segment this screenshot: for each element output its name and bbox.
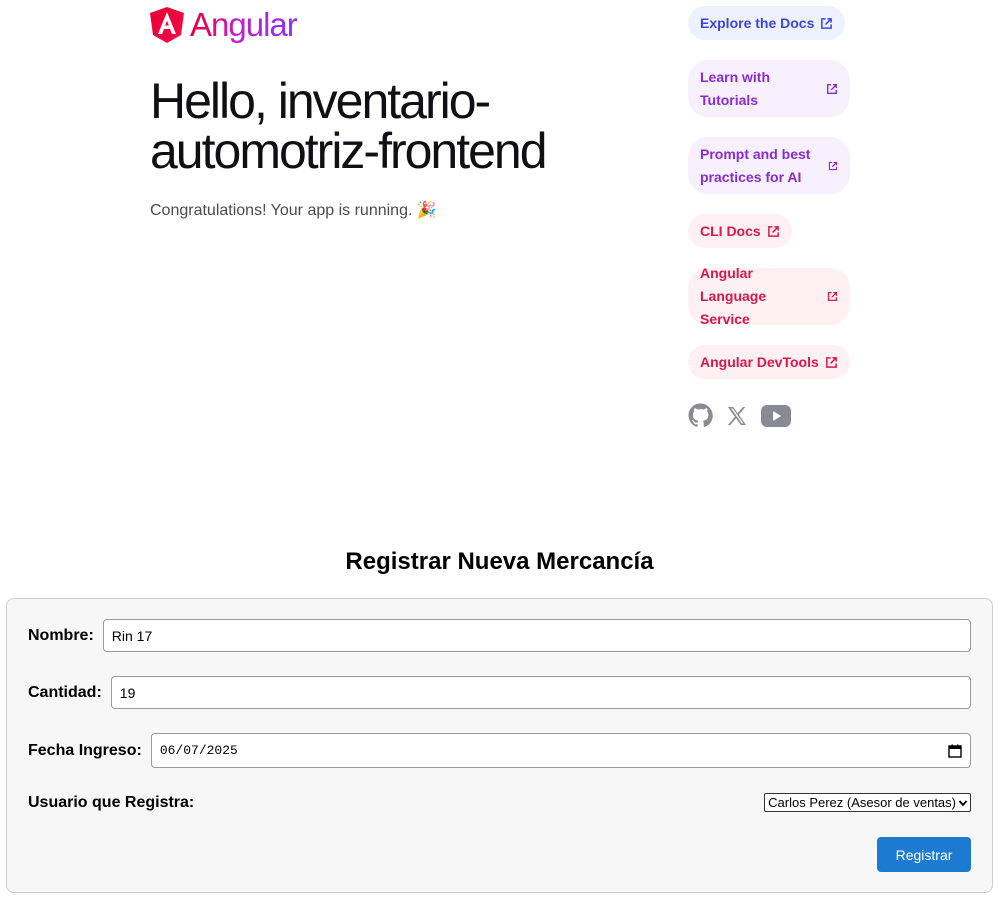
link-label: Explore the Docs [700, 14, 815, 31]
link-label: Prompt and best practices for AI [700, 145, 811, 185]
external-link-icon [825, 356, 837, 368]
chevron-down-icon [958, 799, 968, 806]
congratulations-text: Congratulations! Your app is running. 🎉 [150, 202, 437, 219]
learn-tutorials-link[interactable]: Learn with Tutorials [688, 60, 850, 117]
calendar-icon[interactable] [948, 744, 962, 758]
fecha-input[interactable]: 06/07/2025 [150, 733, 971, 768]
nombre-input[interactable]: Rin 17 [102, 619, 971, 652]
external-link-icon [827, 291, 838, 302]
github-icon[interactable] [688, 403, 713, 433]
cli-docs-link[interactable]: CLI Docs [688, 214, 792, 248]
cantidad-value: 19 [119, 684, 136, 701]
angular-logo: Angular [150, 6, 298, 44]
form-title: Registrar Nueva Mercancía [345, 548, 654, 575]
cantidad-row: Cantidad: 19 [28, 676, 971, 709]
nombre-row: Nombre: Rin 17 [28, 619, 971, 652]
external-link-icon [767, 225, 779, 237]
nombre-value: Rin 17 [111, 627, 153, 644]
angular-shield-icon [150, 7, 184, 43]
fecha-label: Fecha Ingreso: [28, 741, 142, 759]
explore-docs-link[interactable]: Explore the Docs [688, 6, 846, 40]
fecha-value: 06/07/2025 [159, 743, 238, 758]
prompt-best-practices-link[interactable]: Prompt and best practices for AI [688, 137, 850, 194]
page-title: Hello, inventario-automotriz-frontend [150, 73, 548, 179]
language-service-link[interactable]: Angular Language Service [688, 265, 850, 327]
devtools-link[interactable]: Angular DevTools [688, 345, 850, 379]
x-icon[interactable] [725, 404, 749, 433]
usuario-row: Usuario que Registra: Carlos Perez (Ases… [28, 793, 971, 812]
nombre-label: Nombre: [28, 626, 94, 644]
youtube-icon[interactable] [761, 404, 791, 432]
external-link-icon [827, 83, 837, 94]
usuario-select[interactable]: Carlos Perez (Asesor de ventas) [764, 793, 971, 812]
link-label: Learn with Tutorials [700, 68, 771, 108]
link-label: Angular DevTools [700, 353, 819, 370]
external-link-icon [821, 17, 833, 29]
cantidad-label: Cantidad: [28, 683, 102, 701]
link-label: Angular Language Service [700, 265, 767, 327]
cantidad-input[interactable]: 19 [110, 676, 971, 709]
external-link-icon [828, 161, 838, 170]
social-links [688, 403, 791, 433]
registrar-button[interactable]: Registrar [877, 837, 971, 872]
angular-wordmark: Angular [190, 6, 298, 43]
merchandise-form: Nombre: Rin 17 Cantidad: 19 Fecha Ingres… [6, 598, 993, 893]
usuario-selected-value: Carlos Perez (Asesor de ventas) [768, 795, 956, 810]
usuario-label: Usuario que Registra: [28, 793, 195, 811]
fecha-row: Fecha Ingreso: 06/07/2025 [28, 733, 971, 768]
link-label: CLI Docs [700, 222, 761, 239]
